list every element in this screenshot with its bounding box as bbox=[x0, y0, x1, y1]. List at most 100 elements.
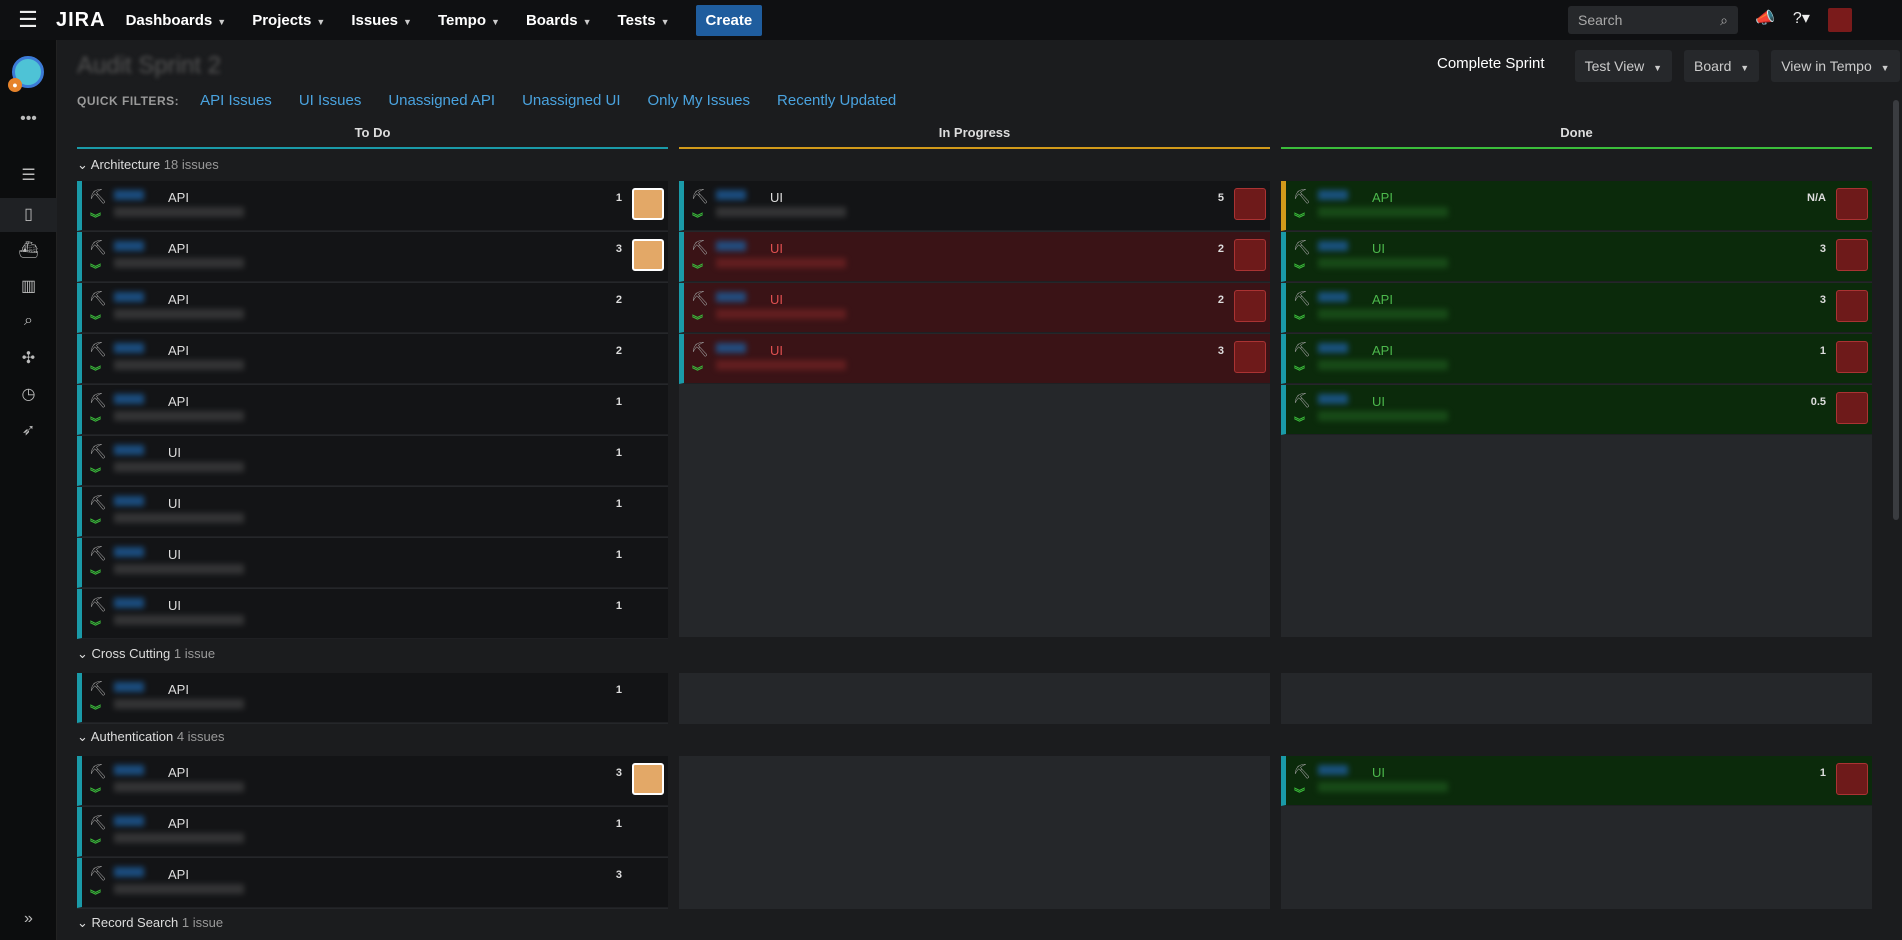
issue-key[interactable] bbox=[1318, 241, 1348, 251]
issue-key[interactable] bbox=[114, 816, 144, 826]
issue-key[interactable] bbox=[114, 547, 144, 557]
assignee-avatar[interactable] bbox=[1836, 239, 1868, 271]
issue-key[interactable] bbox=[1318, 765, 1348, 775]
issue-card[interactable]: ⛏ ︾ UI 1 bbox=[77, 487, 668, 537]
issue-key[interactable] bbox=[114, 765, 144, 775]
filter-api-issues[interactable]: API Issues bbox=[200, 92, 272, 109]
nav-projects[interactable]: Projects ▼ bbox=[252, 12, 325, 29]
help-icon[interactable]: ?▾ bbox=[1793, 8, 1810, 32]
issue-card[interactable]: ⛏ ︾ UI 2 bbox=[679, 232, 1270, 282]
assignee-avatar[interactable] bbox=[632, 763, 664, 795]
user-avatar[interactable] bbox=[1827, 8, 1852, 32]
assignee-avatar[interactable] bbox=[1234, 188, 1266, 220]
issue-key[interactable] bbox=[1318, 190, 1348, 200]
backlog-icon[interactable]: ☰ bbox=[0, 165, 57, 185]
filter-only-my-issues[interactable]: Only My Issues bbox=[647, 92, 750, 109]
assignee-avatar[interactable] bbox=[1234, 341, 1266, 373]
issue-key[interactable] bbox=[114, 496, 144, 506]
issue-key[interactable] bbox=[114, 190, 144, 200]
issue-key[interactable] bbox=[1318, 343, 1348, 353]
issue-key[interactable] bbox=[1318, 292, 1348, 302]
issue-card[interactable]: ⛏ ︾ API 2 bbox=[77, 283, 668, 333]
swimlane-architecture[interactable]: ⌄ Architecture 18 issues bbox=[77, 157, 219, 173]
test-view-button[interactable]: Test View ▼ bbox=[1574, 50, 1673, 82]
issue-card[interactable]: ⛏ ︾ UI 1 bbox=[77, 436, 668, 486]
megaphone-icon[interactable]: 📣 bbox=[1755, 8, 1775, 32]
assignee-avatar[interactable] bbox=[1836, 188, 1868, 220]
issue-key[interactable] bbox=[114, 445, 144, 455]
more-icon[interactable]: ••• bbox=[0, 110, 57, 128]
nav-dashboards[interactable]: Dashboards ▼ bbox=[126, 12, 227, 29]
issues-search-icon[interactable]: ⌕ bbox=[0, 312, 57, 330]
assignee-avatar[interactable] bbox=[632, 239, 664, 271]
issue-card[interactable]: ⛏ ︾ UI 3 bbox=[1281, 232, 1872, 282]
expand-sidebar-icon[interactable]: » bbox=[0, 910, 57, 928]
issue-card[interactable]: ⛏ ︾ API 3 bbox=[77, 232, 668, 282]
issue-card[interactable]: ⛏ ︾ API 1 bbox=[77, 673, 668, 723]
issue-key[interactable] bbox=[114, 394, 144, 404]
issue-key[interactable] bbox=[114, 343, 144, 353]
issue-key[interactable] bbox=[114, 867, 144, 877]
releases-icon[interactable]: ⛴ bbox=[0, 240, 57, 260]
priority-icon: ︾ bbox=[1294, 417, 1305, 429]
issue-card[interactable]: ⛏ ︾ UI 3 bbox=[679, 334, 1270, 384]
addons-icon[interactable]: ✣ bbox=[0, 348, 57, 368]
issue-key[interactable] bbox=[114, 241, 144, 251]
issue-key[interactable] bbox=[114, 292, 144, 302]
issue-key[interactable] bbox=[716, 190, 746, 200]
assignee-avatar[interactable] bbox=[1234, 290, 1266, 322]
issue-card[interactable]: ⛏ ︾ API 1 bbox=[1281, 334, 1872, 384]
swimlane-cross-cutting[interactable]: ⌄ Cross Cutting 1 issue bbox=[77, 646, 215, 662]
jira-logo[interactable]: JIRA bbox=[56, 9, 106, 32]
reports-icon[interactable]: ▥ bbox=[0, 276, 57, 296]
nav-tests[interactable]: Tests ▼ bbox=[618, 12, 670, 29]
issue-card[interactable]: ⛏ ︾ UI 0.5 bbox=[1281, 385, 1872, 435]
complete-sprint-button[interactable]: Complete Sprint bbox=[1437, 55, 1545, 72]
assignee-avatar[interactable] bbox=[632, 188, 664, 220]
issue-key[interactable] bbox=[114, 598, 144, 608]
swimlane-record-search[interactable]: ⌄ Record Search 1 issue bbox=[77, 915, 223, 931]
nav-issues[interactable]: Issues ▼ bbox=[351, 12, 412, 29]
issue-key[interactable] bbox=[716, 292, 746, 302]
assignee-avatar[interactable] bbox=[1836, 392, 1868, 424]
issue-card[interactable]: ⛏ ︾ UI 5 bbox=[679, 181, 1270, 231]
issue-card[interactable]: ⛏ ︾ API 3 bbox=[1281, 283, 1872, 333]
filter-unassigned-ui[interactable]: Unassigned UI bbox=[522, 92, 620, 109]
issue-card[interactable]: ⛏ ︾ UI 2 bbox=[679, 283, 1270, 333]
assignee-avatar[interactable] bbox=[1836, 341, 1868, 373]
swimlane-authentication[interactable]: ⌄ Authentication 4 issues bbox=[77, 729, 225, 745]
issue-card[interactable]: ⛏ ︾ API 3 bbox=[77, 858, 668, 908]
search-input[interactable]: Search ⌕ bbox=[1568, 6, 1738, 34]
issue-card[interactable]: ⛏ ︾ UI 1 bbox=[1281, 756, 1872, 806]
create-button[interactable]: Create bbox=[695, 4, 763, 36]
issue-key[interactable] bbox=[716, 343, 746, 353]
nav-tempo[interactable]: Tempo ▼ bbox=[438, 12, 500, 29]
issue-card[interactable]: ⛏ ︾ API 3 bbox=[77, 756, 668, 806]
filter-recently-updated[interactable]: Recently Updated bbox=[777, 92, 896, 109]
feather-icon[interactable]: ➶ bbox=[0, 420, 57, 440]
issue-card[interactable]: ⛏ ︾ UI 1 bbox=[77, 538, 668, 588]
menu-icon[interactable]: ☰ bbox=[0, 7, 56, 33]
issue-key[interactable] bbox=[1318, 394, 1348, 404]
issue-card[interactable]: ⛏ ︾ API 1 bbox=[77, 181, 668, 231]
assignee-avatar[interactable] bbox=[1234, 239, 1266, 271]
issue-card[interactable]: ⛏ ︾ API 1 bbox=[77, 385, 668, 435]
view-in-tempo-button[interactable]: View in Tempo ▼ bbox=[1771, 50, 1900, 82]
filter-unassigned-api[interactable]: Unassigned API bbox=[388, 92, 495, 109]
issue-card[interactable]: ⛏ ︾ UI 1 bbox=[77, 589, 668, 639]
issue-card[interactable]: ⛏ ︾ API 1 bbox=[77, 807, 668, 857]
board-icon[interactable]: ▯ bbox=[0, 198, 57, 232]
issue-card[interactable]: ⛏ ︾ API 2 bbox=[77, 334, 668, 384]
issue-key[interactable] bbox=[716, 241, 746, 251]
scrollbar[interactable] bbox=[1893, 100, 1899, 520]
nav-boards[interactable]: Boards ▼ bbox=[526, 12, 592, 29]
filter-ui-issues[interactable]: UI Issues bbox=[299, 92, 362, 109]
assignee-avatar[interactable] bbox=[1836, 763, 1868, 795]
assignee-avatar[interactable] bbox=[1836, 290, 1868, 322]
issue-component: API bbox=[1372, 343, 1393, 358]
issue-card[interactable]: ⛏ ︾ API N/A bbox=[1281, 181, 1872, 231]
issue-key[interactable] bbox=[114, 682, 144, 692]
issue-summary bbox=[1318, 411, 1448, 421]
board-button[interactable]: Board ▼ bbox=[1684, 50, 1760, 82]
tempo-icon[interactable]: ◷ bbox=[0, 384, 57, 404]
